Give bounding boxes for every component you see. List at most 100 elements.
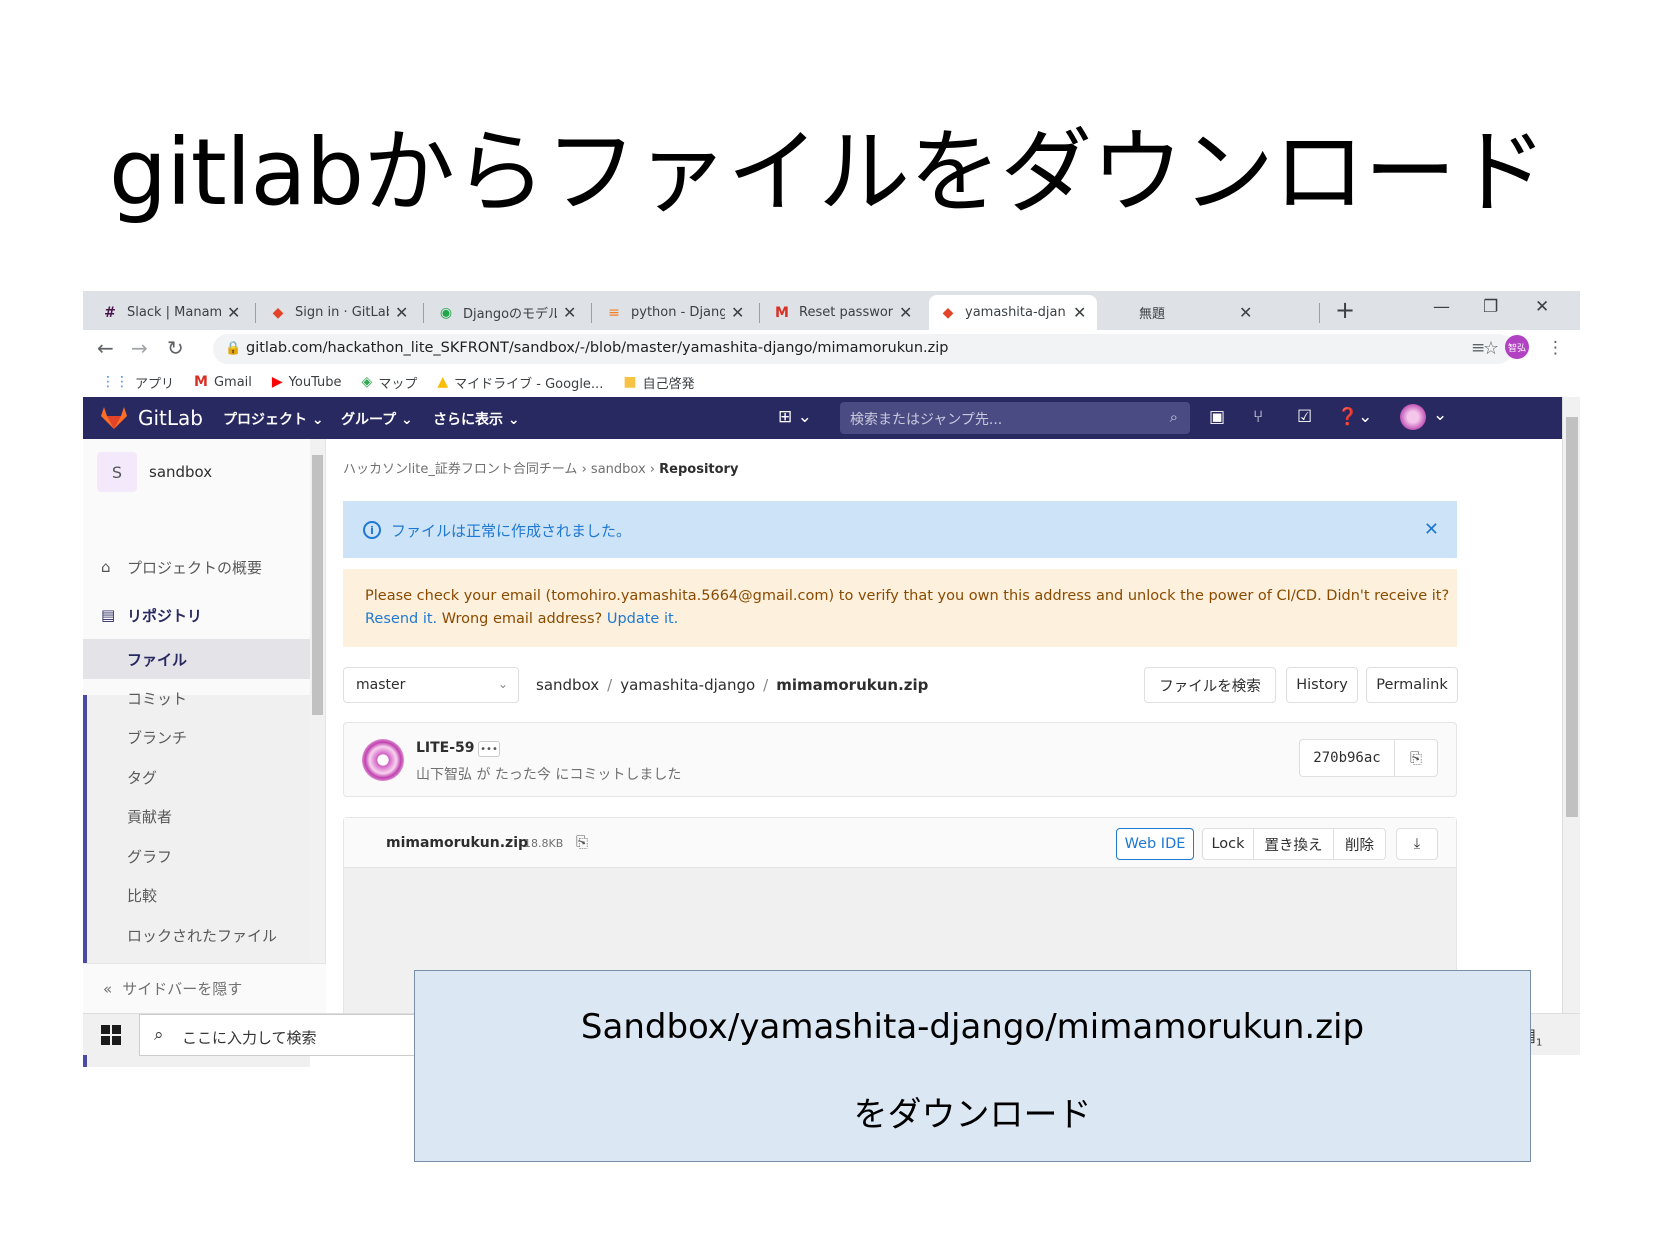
sidebar-item-overview[interactable]: ⌂ プロジェクトの概要 — [83, 547, 310, 587]
merge-requests-icon[interactable]: ⑂ — [1253, 407, 1263, 427]
sidebar-item-branches[interactable]: ブランチ — [83, 717, 310, 757]
minimize-icon[interactable]: — — [1433, 297, 1450, 317]
file-path: sandbox / yamashita-django / mimamorukun.zip — [536, 676, 929, 694]
history-button[interactable]: History — [1286, 667, 1358, 703]
django-site-icon: ◉ — [439, 304, 453, 321]
bookmark-star-icon[interactable]: ☆ — [1483, 338, 1499, 359]
close-icon[interactable]: ✕ — [1424, 519, 1439, 540]
collapse-sidebar-button[interactable]: « サイドバーを隠す — [83, 963, 326, 1013]
stackoverflow-icon: ≡ — [608, 304, 620, 321]
gitlab-logo-icon[interactable] — [100, 406, 128, 430]
path-root[interactable]: sandbox — [536, 676, 599, 694]
commit-expand-button[interactable]: ••• — [478, 741, 500, 757]
branch-select[interactable]: master ⌄ — [343, 667, 519, 703]
bookmark-drive[interactable]: ▲ マイドライブ - Google... — [437, 373, 603, 392]
sidebar-item-graph[interactable]: グラフ — [83, 836, 310, 876]
lock-button[interactable]: Lock — [1202, 828, 1254, 860]
reload-icon[interactable]: ↻ — [167, 336, 184, 360]
tab-yamashita-django[interactable]: ◆ yamashita-djan ✕ — [929, 295, 1097, 330]
tab-reset-password[interactable]: M Reset password ✕ — [763, 295, 923, 330]
breadcrumb-current[interactable]: Repository — [659, 462, 738, 477]
gitlab-brand[interactable]: GitLab — [138, 406, 203, 430]
sidebar-scrollbar[interactable] — [310, 439, 325, 979]
restore-icon[interactable]: ❐ — [1483, 297, 1498, 317]
new-tab-button[interactable]: + — [1335, 296, 1355, 324]
update-link[interactable]: Update it. — [607, 611, 678, 627]
resend-link[interactable]: Resend it. — [365, 611, 437, 627]
bookmark-maps[interactable]: ◈ マップ — [362, 373, 418, 392]
tab-untitled[interactable]: 無題 ✕ — [1103, 295, 1263, 330]
chevron-right-icon: › — [581, 462, 591, 477]
user-avatar[interactable] — [1400, 404, 1426, 430]
main-content: ハッカソンlite_証券フロント合同チーム › sandbox › Reposi… — [326, 439, 1562, 1021]
download-icon[interactable]: ⤓ — [1396, 828, 1438, 860]
url-text: gitlab.com/hackathon_lite_SKFRONT/sandbo… — [246, 340, 949, 356]
bookmark-folder[interactable]: ■ 自己啓発 — [623, 373, 694, 392]
todos-icon[interactable]: ☑ — [1297, 407, 1312, 427]
sidebar-item-compare[interactable]: 比較 — [83, 875, 310, 915]
sidebar-item-commits[interactable]: コミット — [83, 678, 310, 718]
apps-grid-icon: ⋮⋮ — [101, 374, 129, 390]
close-icon[interactable]: ✕ — [227, 303, 241, 322]
sidebar-item-contributors[interactable]: 貢献者 — [83, 796, 310, 836]
tab-django[interactable]: ◉ Djangoのモデルで ✕ — [427, 295, 587, 330]
download-callout: Sandbox/yamashita-django/mimamorukun.zip… — [414, 970, 1531, 1162]
copy-sha-icon[interactable]: ⎘ — [1395, 739, 1438, 777]
delete-button[interactable]: 削除 — [1334, 828, 1386, 860]
close-icon[interactable]: ✕ — [1073, 303, 1087, 322]
flash-warning: Please check your email (tomohiro.yamash… — [343, 569, 1457, 647]
tab-python-django[interactable]: ≡ python - Djang ✕ — [595, 295, 755, 330]
project-name: sandbox — [149, 463, 213, 481]
new-item-plus-icon[interactable]: ⊞ ⌄ — [778, 407, 812, 427]
tab-gitlab-signin[interactable]: ◆ Sign in · GitLab ✕ — [259, 295, 419, 330]
nav-projects[interactable]: プロジェクト ⌄ — [223, 409, 324, 429]
author-avatar[interactable] — [362, 739, 404, 781]
youtube-icon: ▶ — [271, 374, 283, 390]
close-icon[interactable]: ✕ — [731, 303, 745, 322]
sidebar-item-files[interactable]: ファイル — [83, 639, 310, 679]
forward-icon[interactable]: → — [131, 336, 148, 360]
close-icon[interactable]: ✕ — [395, 303, 409, 322]
window-close-icon[interactable]: ✕ — [1535, 297, 1549, 317]
issues-icon[interactable]: ▣ — [1209, 407, 1225, 427]
close-icon[interactable]: ✕ — [899, 303, 913, 322]
close-icon[interactable]: ✕ — [563, 303, 577, 322]
bookmark-youtube[interactable]: ▶ YouTube — [272, 374, 342, 390]
bookmark-gmail[interactable]: M Gmail — [194, 374, 252, 390]
nav-more[interactable]: さらに表示 ⌄ — [433, 409, 520, 429]
sidebar-item-repository[interactable]: ▤ リポジトリ — [83, 595, 310, 635]
profile-avatar[interactable]: 智弘 — [1505, 335, 1529, 359]
path-dir[interactable]: yamashita-django — [620, 676, 755, 694]
permalink-button[interactable]: Permalink — [1366, 667, 1458, 703]
replace-button[interactable]: 置き換え — [1254, 828, 1334, 860]
web-ide-button[interactable]: Web IDE — [1116, 828, 1194, 860]
nav-groups[interactable]: グループ ⌄ — [341, 409, 413, 429]
help-icon[interactable]: ❓⌄ — [1337, 407, 1372, 427]
sidebar-project[interactable]: S sandbox — [97, 452, 212, 492]
back-icon[interactable]: ← — [97, 336, 114, 360]
close-icon[interactable]: ✕ — [1239, 303, 1253, 322]
bookmark-apps[interactable]: ⋮⋮ アプリ — [101, 373, 174, 392]
chevron-down-icon[interactable]: ⌄ — [1433, 405, 1447, 425]
home-icon: ⌂ — [101, 558, 111, 576]
windows-start-icon[interactable] — [101, 1025, 121, 1045]
gitlab-search[interactable]: 検索またはジャンプ先... ⌕ — [840, 402, 1190, 434]
commit-sha[interactable]: 270b96ac — [1299, 739, 1395, 777]
breadcrumb: ハッカソンlite_証券フロント合同チーム › sandbox › Reposi… — [343, 458, 738, 477]
address-bar[interactable]: 🔒 gitlab.com/hackathon_lite_SKFRONT/sand… — [213, 334, 1513, 364]
media-control-icon[interactable]: ≡ — [1471, 338, 1485, 358]
page-scrollbar[interactable] — [1562, 397, 1580, 1021]
sidebar-item-tags[interactable]: タグ — [83, 757, 310, 797]
bookmarks-bar: ⋮⋮ アプリ M Gmail ▶ YouTube ◈ マップ ▲ マイドライブ … — [83, 368, 1580, 396]
tab-strip: # Slack | Manami I ✕ ◆ Sign in · GitLab … — [83, 291, 1580, 330]
commit-title[interactable]: LITE-59 — [416, 740, 475, 756]
find-file-button[interactable]: ファイルを検索 — [1144, 667, 1276, 703]
breadcrumb-project[interactable]: sandbox — [591, 462, 646, 477]
menu-kebab-icon[interactable]: ⋮ — [1547, 338, 1564, 358]
breadcrumb-group[interactable]: ハッカソンlite_証券フロント合同チーム — [343, 462, 577, 477]
file-name: mimamorukun.zip — [386, 835, 529, 851]
sidebar-item-locked-files[interactable]: ロックされたファイル — [83, 915, 310, 955]
file-header: mimamorukun.zip 18.8KB ⎘ Web IDE Lock 置き… — [344, 818, 1456, 868]
copy-path-icon[interactable]: ⎘ — [576, 833, 588, 851]
tab-slack[interactable]: # Slack | Manami I ✕ — [91, 295, 251, 330]
